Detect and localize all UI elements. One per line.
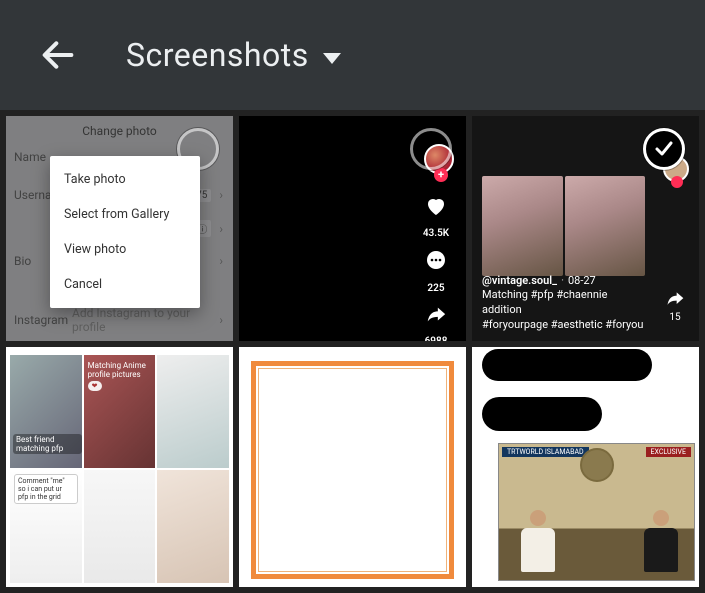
thumbnail-grid: Change photo Name Userna ,675 › x 675 ⓘ … — [0, 110, 705, 593]
engagement-column: 43.5K 225 6988 — [416, 194, 456, 341]
thumbnail-item[interactable] — [239, 347, 466, 587]
menu-item: Cancel — [50, 267, 200, 302]
like-count: 43.5K — [416, 228, 456, 239]
emblem-icon — [580, 448, 614, 482]
chevron-down-icon — [323, 53, 341, 64]
collage-cell — [157, 355, 229, 468]
broadcast-preview: TRTWORLD ISLAMABAD EXCLUSIVE — [498, 443, 695, 581]
orange-frame — [251, 361, 454, 579]
caption-user: @vintage.soul_ — [482, 274, 557, 287]
caption-line: Matching #pfp #chaennie addition — [482, 288, 607, 316]
thumbnail-item[interactable]: + 43.5K 225 6988 — [239, 116, 466, 341]
heart-icon — [423, 194, 449, 218]
app-header: Screenshots — [0, 0, 705, 110]
redaction-bar — [482, 349, 652, 381]
back-icon[interactable] — [38, 35, 78, 75]
share-block: 15 — [663, 289, 687, 323]
menu-item: Take photo — [50, 162, 200, 197]
caption-line: #foryourpage #aesthetic #foryou — [482, 318, 643, 331]
photo-options-menu: Take photo Select from Gallery View phot… — [50, 156, 200, 308]
share-count: 15 — [663, 312, 687, 323]
collage-cell: Best friend matching pfp — [10, 355, 82, 468]
collage-cell: Matching Anime profile pictures ❤ — [84, 355, 156, 468]
video-preview — [482, 176, 645, 276]
gallery-picker-screen: Screenshots Change photo Name Userna ,67… — [0, 0, 705, 593]
thumbnail-item[interactable]: TRTWORLD ISLAMABAD EXCLUSIVE — [472, 347, 699, 587]
thumbnail-item[interactable]: 15 @vintage.soul_·08-27 Matching #pfp #c… — [472, 116, 699, 341]
folder-dropdown[interactable]: Screenshots — [126, 36, 341, 74]
menu-item: Select from Gallery — [50, 197, 200, 232]
comment-count: 225 — [416, 283, 456, 294]
collage-cell — [84, 470, 156, 583]
share-icon — [423, 304, 449, 326]
collage-cell: Comment "me" so i can put ur pfp in the … — [10, 470, 82, 583]
comment-icon — [424, 249, 448, 273]
collage-preview: Best friend matching pfp Matching Anime … — [10, 355, 229, 583]
channel-tag: TRTWORLD ISLAMABAD — [502, 447, 589, 457]
redaction-bar — [482, 397, 602, 431]
person-figure — [640, 510, 682, 574]
caption-date: 08-27 — [568, 274, 596, 287]
selection-check-icon — [643, 128, 685, 170]
thumbnail-item[interactable]: Change photo Name Userna ,675 › x 675 ⓘ … — [6, 116, 233, 341]
follow-plus-icon — [671, 176, 683, 188]
follow-plus-icon: + — [434, 168, 448, 182]
menu-item: View photo — [50, 232, 200, 267]
person-figure — [517, 510, 559, 574]
exclusive-badge: EXCLUSIVE — [646, 447, 691, 457]
video-caption: @vintage.soul_·08-27 Matching #pfp #chae… — [482, 274, 645, 333]
collage-cell — [157, 470, 229, 583]
share-count: 6988 — [416, 336, 456, 341]
selection-ring-icon — [410, 128, 452, 170]
folder-title: Screenshots — [126, 36, 309, 74]
thumbnail-item[interactable]: Best friend matching pfp Matching Anime … — [6, 347, 233, 587]
